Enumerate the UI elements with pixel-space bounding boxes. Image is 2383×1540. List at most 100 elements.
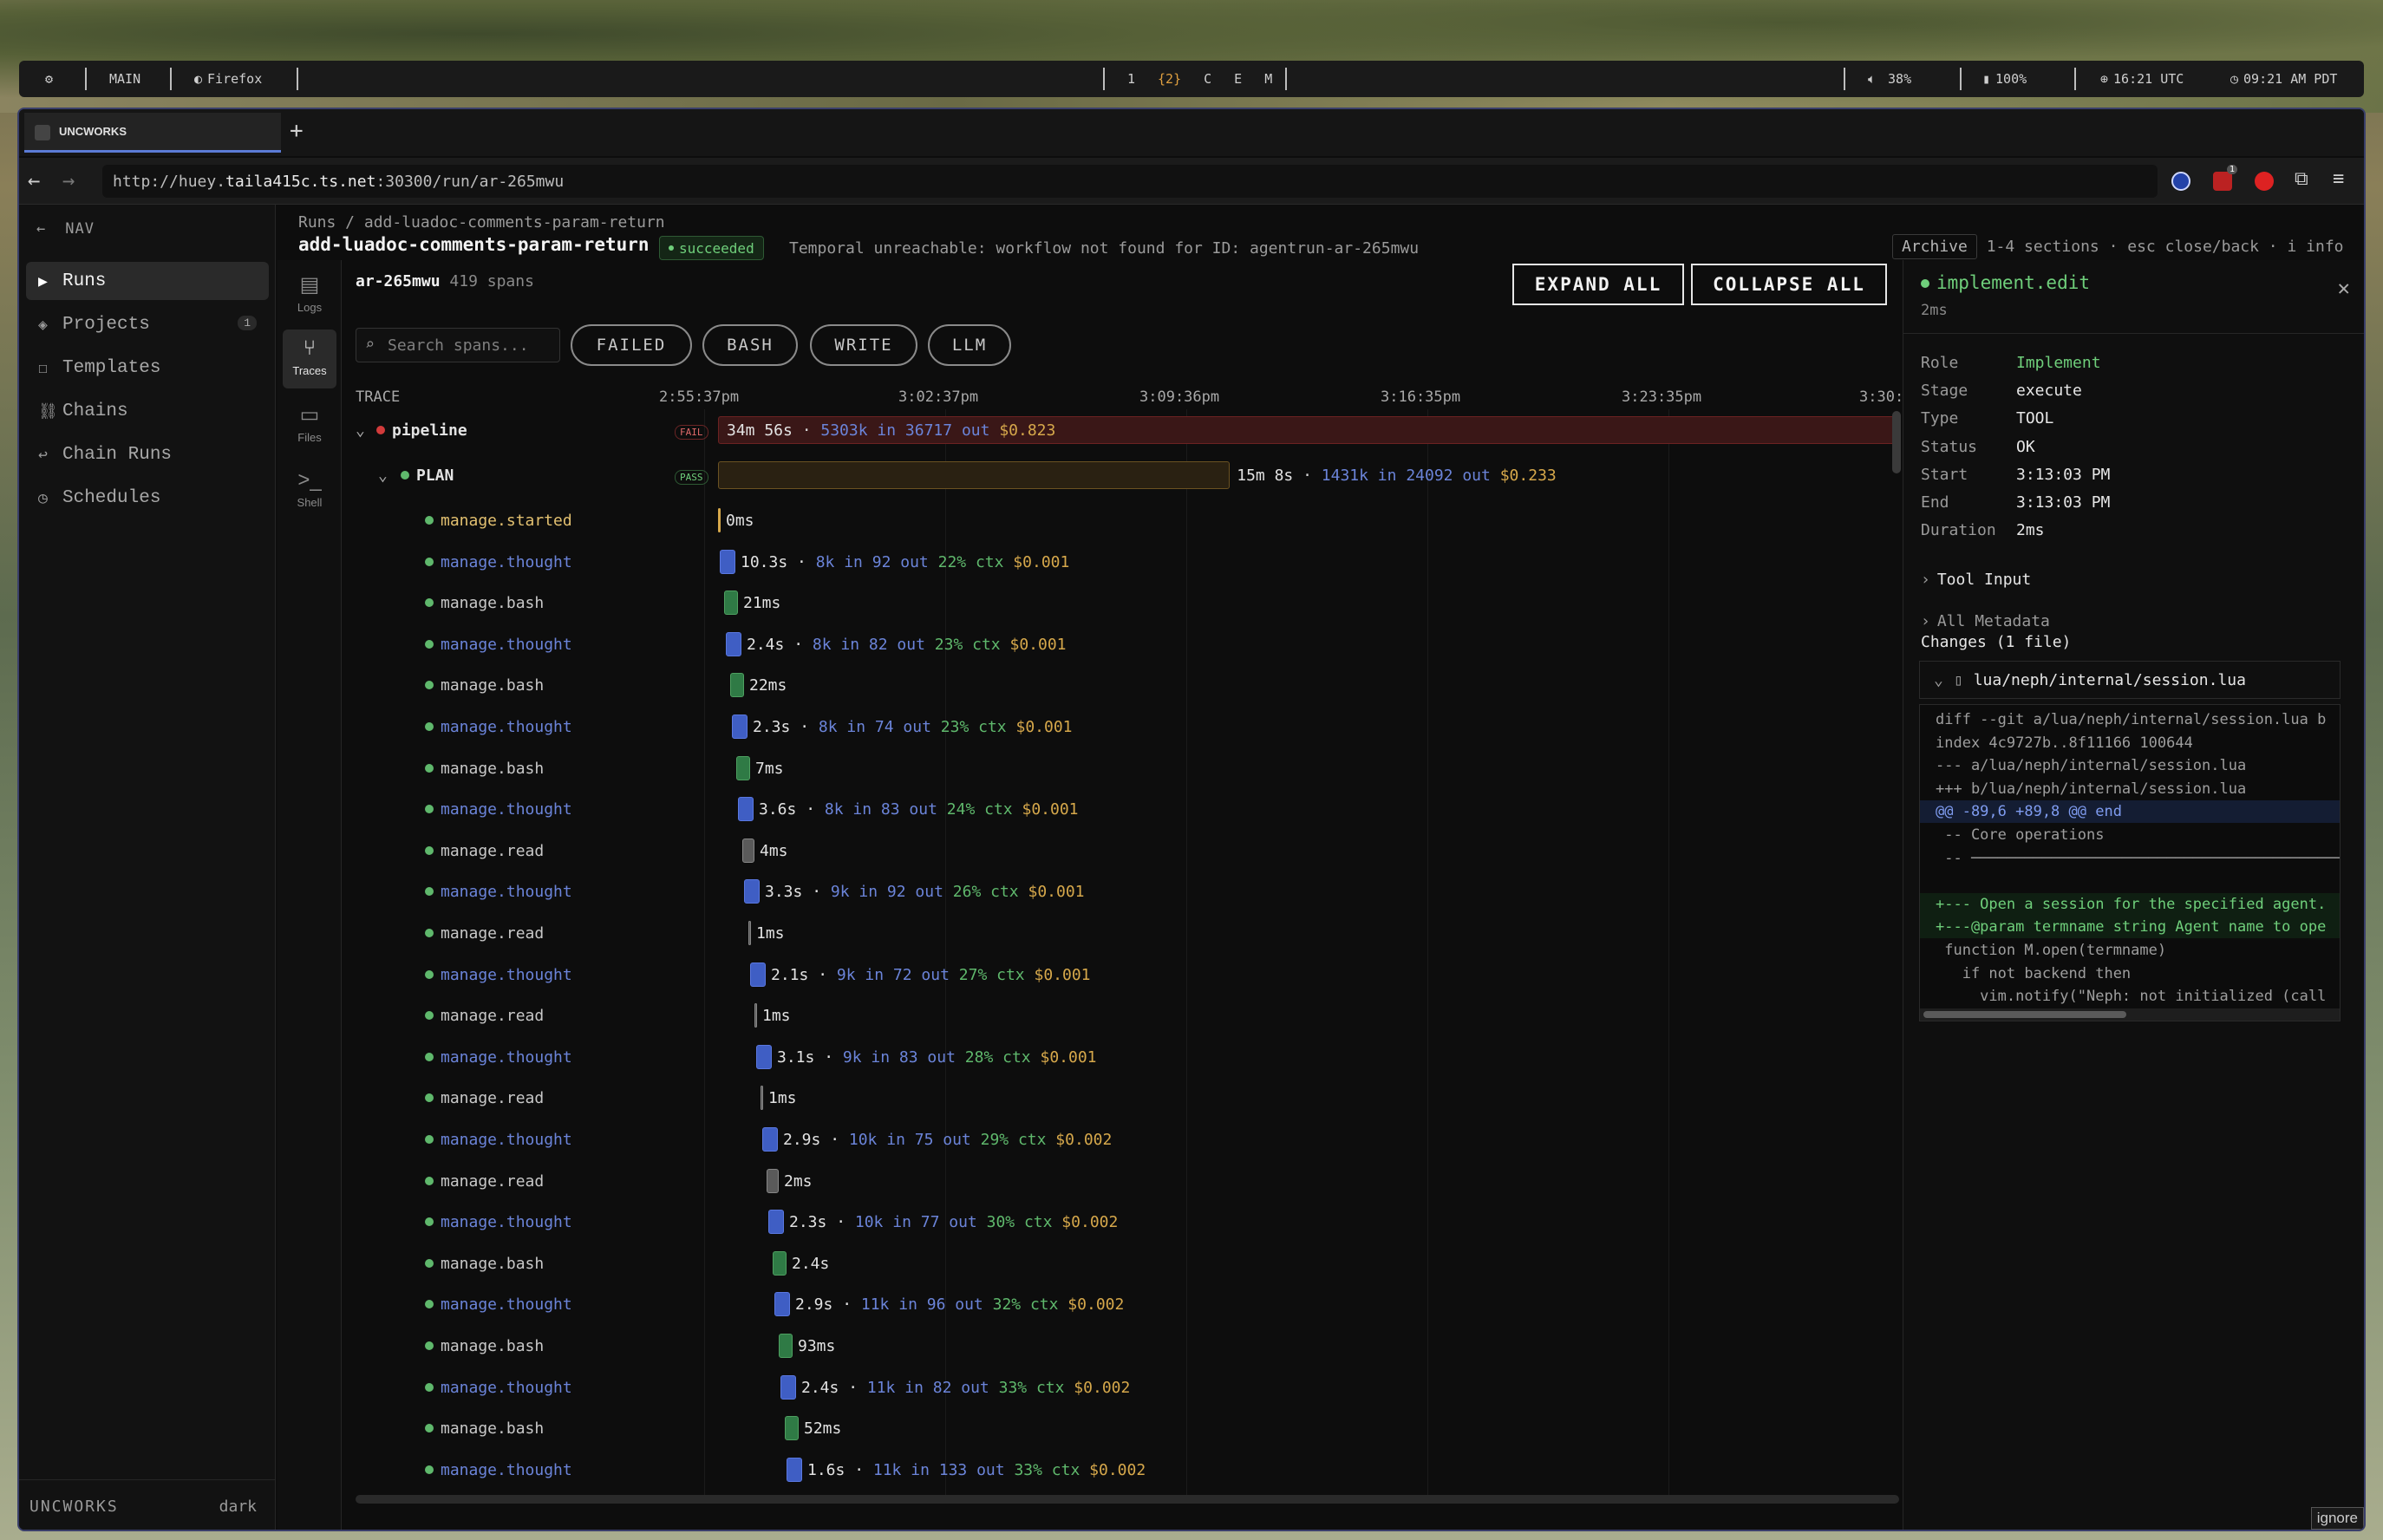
trace-row-span[interactable]: manage.thought 3.3s · 9k in 92 out 26% ct… [356, 871, 1908, 911]
trace-row-span[interactable]: manage.bash 52ms [356, 1407, 1908, 1448]
chevron-down-icon[interactable]: ⌄ [356, 421, 365, 440]
span-bar[interactable] [750, 962, 766, 987]
gear-icon[interactable]: ⚙ [45, 61, 53, 97]
span-bar[interactable] [785, 1416, 799, 1441]
span-bar[interactable] [761, 1086, 763, 1111]
sidebar-item-templates[interactable]: ☐ Templates [26, 349, 269, 387]
url-field[interactable]: http://huey. taila415c.ts.net:30300/run/a… [102, 165, 2158, 198]
span-bar[interactable] [767, 1168, 779, 1193]
span-bar[interactable] [762, 1127, 778, 1152]
span-bar[interactable] [736, 755, 750, 780]
span-bar[interactable] [748, 921, 751, 945]
rail-shell[interactable]: >_ Shell [283, 461, 336, 520]
hamburger-menu-icon[interactable]: ≡ [2333, 168, 2344, 190]
trace-row-span[interactable]: manage.thought 3.1s · 9k in 83 out 28% ct… [356, 1036, 1908, 1077]
trace-row-span[interactable]: manage.bash 22ms [356, 664, 1908, 705]
trace-row-span[interactable]: manage.bash 93ms [356, 1325, 1908, 1366]
tab-uncworks[interactable]: UNCWORKS [24, 113, 281, 153]
close-icon[interactable]: ✕ [2338, 276, 2350, 300]
metadata-key: Start [1921, 465, 1968, 484]
firefox-app[interactable]: ◐ Firefox [194, 61, 262, 97]
ignore-button[interactable]: ignore [2310, 1507, 2364, 1530]
trace-row-span[interactable]: manage.thought 2.9s · 10k in 75 out 29% c… [356, 1119, 1908, 1159]
nav-header[interactable]: ← NAV [36, 220, 95, 238]
rail-files[interactable]: ▭ Files [283, 395, 336, 454]
expand-all-button[interactable]: EXPAND ALL [1512, 264, 1684, 305]
span-bar[interactable] [773, 1250, 787, 1276]
trace-row-span[interactable]: manage.bash 2.4s [356, 1243, 1908, 1283]
search-spans-input[interactable]: ⌕ Search spans... [356, 328, 560, 362]
plan-bar[interactable] [718, 461, 1231, 489]
trace-row-span[interactable]: manage.thought 2.4s · 8k in 82 out 23% ct… [356, 623, 1908, 664]
tool-input-toggle[interactable]: › Tool Input [1921, 571, 2031, 589]
trace-row-span[interactable]: manage.thought 2.9s · 11k in 96 out 32% c… [356, 1283, 1908, 1324]
desktop-switcher[interactable]: 1 {2} C E M [1127, 61, 1272, 97]
trace-row-span[interactable]: manage.read 1ms [356, 1077, 1908, 1118]
forward-arrow-icon[interactable]: → [62, 168, 75, 192]
span-bar[interactable] [787, 1457, 802, 1482]
trace-row-span[interactable]: manage.read 1ms [356, 912, 1908, 953]
span-bar[interactable] [768, 1210, 784, 1235]
span-bar[interactable] [754, 1003, 757, 1028]
diff-scrollbar[interactable] [1923, 1011, 2126, 1018]
trace-horizontal-scrollbar[interactable] [356, 1495, 1899, 1504]
span-bar[interactable] [779, 1334, 793, 1358]
trace-row-span[interactable]: manage.thought 2.3s · 8k in 74 out 23% ct… [356, 706, 1908, 747]
span-bar[interactable] [724, 591, 738, 616]
diff-line: vim.notify("Neph: not initialized (call [1936, 988, 2327, 1006]
trace-row-span[interactable]: manage.thought 1.6s · 11k in 133 out 33% … [356, 1449, 1908, 1490]
ublock-icon[interactable]: 1 [2213, 165, 2237, 191]
breadcrumb[interactable]: Runs / add-luadoc-comments-param-return [298, 213, 665, 232]
trace-row-span[interactable]: manage.thought 2.1s · 9k in 72 out 27% ct… [356, 954, 1908, 995]
trace-row-span[interactable]: manage.thought 2.3s · 10k in 77 out 30% c… [356, 1201, 1908, 1242]
back-arrow-icon[interactable]: ← [36, 220, 46, 238]
password-manager-icon[interactable] [2171, 172, 2190, 191]
span-bar[interactable] [718, 508, 721, 532]
sidebar-item-chains[interactable]: ⛓ Chains [26, 392, 269, 430]
span-bar[interactable] [774, 1292, 790, 1317]
trace-row-span[interactable]: manage.thought 3.6s · 8k in 83 out 24% ct… [356, 788, 1908, 829]
trace-row-span[interactable]: manage.thought 10.3s · 8k in 92 out 22% c… [356, 541, 1908, 582]
chevron-down-icon[interactable]: ⌄ [378, 467, 388, 485]
trace-row-pipeline[interactable]: ⌄ pipeline FAIL 34m 56s · 5303k in 36717… [356, 409, 1908, 450]
sidebar-item-runs[interactable]: ▶ Runs [26, 262, 269, 300]
trace-row-span[interactable]: manage.read 1ms [356, 995, 1908, 1035]
rail-traces[interactable]: ⑂ Traces [283, 330, 336, 388]
span-bar[interactable] [720, 549, 735, 574]
trace-row-span[interactable]: manage.read 4ms [356, 830, 1908, 871]
filter-llm[interactable]: LLM [928, 324, 1011, 366]
filter-bash[interactable]: BASH [702, 324, 798, 366]
volume-indicator[interactable]: 🔈︎ 38% [1868, 61, 1911, 97]
trace-row-span[interactable]: manage.bash 7ms [356, 747, 1908, 788]
all-metadata-toggle[interactable]: › All Metadata [1921, 612, 2050, 630]
span-bar[interactable] [744, 879, 760, 904]
theme-toggle[interactable]: dark [219, 1498, 257, 1516]
filter-failed[interactable]: FAILED [571, 324, 692, 366]
trace-vertical-scrollbar[interactable] [1892, 411, 1901, 473]
trace-row-span[interactable]: manage.read 2ms [356, 1160, 1908, 1201]
extensions-puzzle-icon[interactable]: ⧉ [2295, 168, 2308, 190]
span-bar[interactable] [756, 1044, 772, 1069]
collapse-all-button[interactable]: COLLAPSE ALL [1691, 264, 1887, 305]
archive-button[interactable]: Archive [1892, 234, 1977, 259]
span-bar[interactable] [742, 838, 754, 863]
span-bar[interactable] [726, 631, 741, 656]
back-arrow-icon[interactable]: ← [28, 168, 40, 192]
trace-row-plan[interactable]: ⌄ PLAN PASS 15m 8s · 1431k in 24092 out … [356, 454, 1908, 495]
trace-row-span[interactable]: manage.started 0ms [356, 499, 1908, 540]
rail-logs[interactable]: ▤ Logs [283, 265, 336, 324]
span-bar[interactable] [732, 715, 748, 739]
sidebar-item-schedules[interactable]: ◷ Schedules [26, 479, 269, 517]
trace-row-span[interactable]: manage.bash 21ms [356, 582, 1908, 623]
status-dot [425, 1176, 434, 1185]
sidebar-item-projects[interactable]: ◈ Projects 1 [26, 305, 269, 343]
span-bar[interactable] [730, 673, 744, 698]
span-bar[interactable] [738, 797, 754, 822]
youtube-extension-icon[interactable] [2255, 172, 2274, 191]
span-bar[interactable] [780, 1374, 796, 1400]
changed-file-header[interactable]: ⌄ ▯ lua/neph/internal/session.lua [1919, 661, 2341, 699]
filter-write[interactable]: WRITE [810, 324, 917, 366]
new-tab-button[interactable]: + [290, 118, 304, 144]
trace-row-span[interactable]: manage.thought 2.4s · 11k in 82 out 33% c… [356, 1367, 1908, 1407]
sidebar-item-chain-runs[interactable]: ↩ Chain Runs [26, 435, 269, 473]
